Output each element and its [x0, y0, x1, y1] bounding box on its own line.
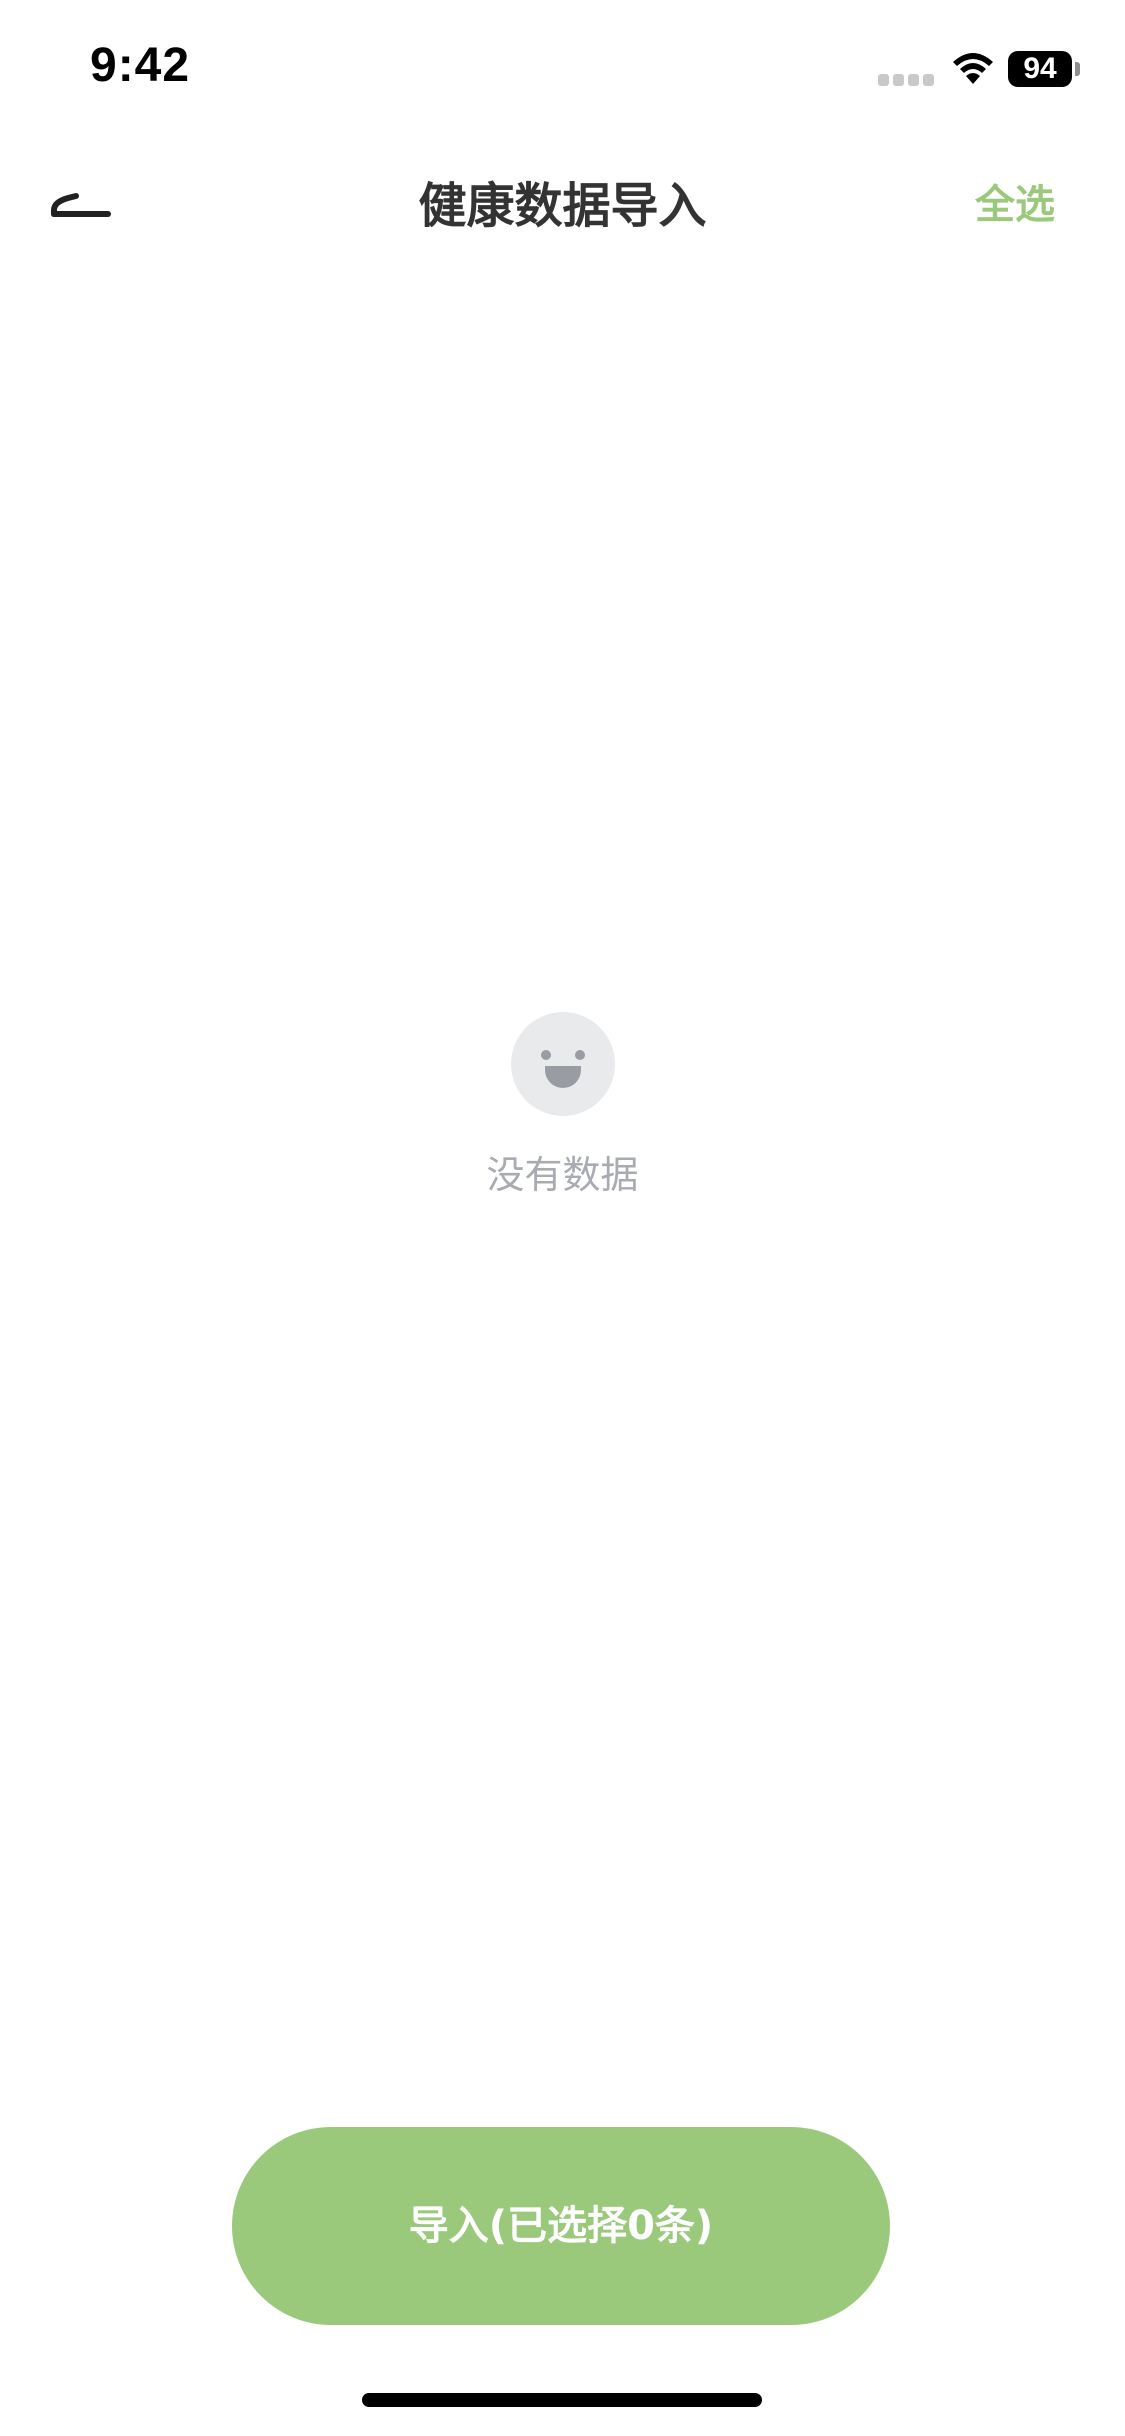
page-title: 健康数据导入	[418, 178, 707, 234]
nav-bar: 健康数据导入 全选	[0, 150, 1125, 250]
select-all-button[interactable]: 全选	[975, 172, 1055, 230]
status-time: 9:42	[90, 39, 191, 92]
wifi-icon	[953, 53, 993, 84]
empty-message: 没有数据	[486, 1153, 639, 1197]
smiley-face-icon	[510, 1012, 615, 1116]
battery-nub	[1075, 62, 1080, 76]
empty-state: 没有数据	[0, 1012, 1125, 1199]
back-button[interactable]	[40, 170, 130, 230]
status-bar: 9:42 94	[0, 0, 1125, 132]
back-arrow-icon	[51, 193, 111, 217]
import-button[interactable]: 导入(已选择0条)	[232, 2127, 890, 2325]
battery-icon: 94	[1008, 51, 1072, 87]
cellular-signal-icon	[878, 74, 934, 86]
home-indicator	[362, 2393, 762, 2407]
screen: 9:42 94 健康数据导入 全选 没有数据 导入(已选择0条)	[0, 0, 1125, 2436]
